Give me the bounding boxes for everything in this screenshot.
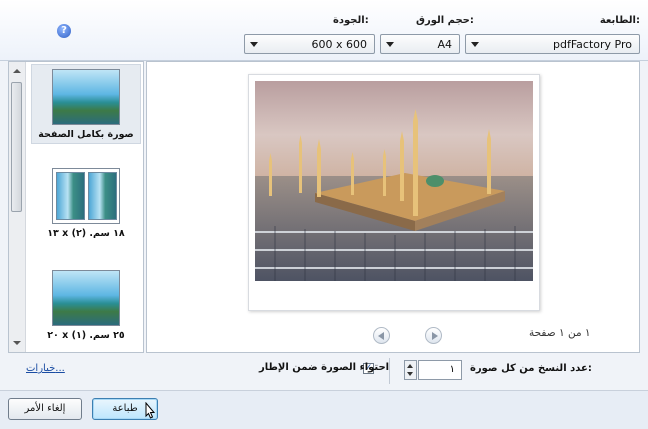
print-options-row: خيارات... ✓ احتواء الصورة ضمن الإطار ١ ع… xyxy=(0,354,648,390)
dialog-footer: إلغاء الأمر طباعة xyxy=(0,390,648,429)
printer-select-value: pdfFactory Pro xyxy=(553,38,632,51)
landscape-thumb-icon xyxy=(52,270,120,326)
quality-select[interactable]: 600 x 600 xyxy=(244,34,375,54)
print-settings-bar: ? الطابعة: pdfFactory Pro حجم الورق: A4 … xyxy=(0,0,648,61)
print-pictures-dialog: ? الطابعة: pdfFactory Pro حجم الورق: A4 … xyxy=(0,0,648,429)
help-icon[interactable]: ? xyxy=(57,24,71,38)
chevron-down-icon xyxy=(250,42,258,47)
copies-stepper[interactable] xyxy=(404,360,417,380)
print-preview-pane: ١ من ١ صفحة xyxy=(146,61,640,353)
preview-page xyxy=(248,74,540,311)
scroll-up-icon[interactable] xyxy=(13,69,21,73)
mosque-photo-drawing xyxy=(255,81,533,281)
copies-label: عدد النسخ من كل صورة: xyxy=(470,363,592,374)
scroll-down-icon[interactable] xyxy=(13,341,21,345)
paper-size-select-value: A4 xyxy=(437,38,452,51)
layout-item-caption: صورة بكامل الصفحة xyxy=(38,129,134,140)
printer-label: الطابعة: xyxy=(599,15,640,26)
mosque-photo xyxy=(255,81,533,281)
layout-item-full-page[interactable]: صورة بكامل الصفحة xyxy=(31,64,141,144)
two-up-thumb-icon xyxy=(52,168,120,224)
scrollbar-thumb[interactable] xyxy=(11,82,22,212)
cancel-button[interactable]: إلغاء الأمر xyxy=(8,398,82,420)
layout-item-13x18[interactable]: ١٣ x ١٨ سم. (٢) xyxy=(31,168,141,252)
layout-item-caption: ١٣ x ١٨ سم. (٢) xyxy=(47,228,125,239)
copies-input[interactable]: ١ xyxy=(418,360,462,380)
layout-item-20x25[interactable]: ٢٠ x ٢٥ سم. (١) xyxy=(31,270,141,352)
landscape-thumb-icon xyxy=(52,69,120,125)
chevron-down-icon xyxy=(386,42,394,47)
layout-item-caption: ٢٠ x ٢٥ سم. (١) xyxy=(47,330,125,341)
stepper-up-icon[interactable] xyxy=(407,364,413,368)
arrow-left-icon xyxy=(378,332,384,340)
stepper-down-icon[interactable] xyxy=(407,372,413,376)
layout-list-scrollbar[interactable] xyxy=(9,62,26,352)
layout-list[interactable]: صورة بكامل الصفحة ١٣ x ١٨ سم. (٢) ٢٠ x ٢… xyxy=(8,61,144,353)
arrow-right-icon xyxy=(432,332,438,340)
fit-picture-label: احتواء الصورة ضمن الإطار xyxy=(259,362,390,373)
paper-size-select[interactable]: A4 xyxy=(380,34,460,54)
help-icon-glyph: ? xyxy=(61,25,67,36)
paper-size-label: حجم الورق: xyxy=(416,15,474,26)
printer-select[interactable]: pdfFactory Pro xyxy=(465,34,640,54)
options-divider xyxy=(389,358,390,384)
mouse-cursor-icon xyxy=(145,402,156,419)
next-page-button[interactable] xyxy=(425,327,442,344)
quality-label: الجودة: xyxy=(333,15,369,26)
options-link[interactable]: خيارات... xyxy=(26,363,65,374)
quality-select-value: 600 x 600 xyxy=(311,38,368,51)
previous-page-button[interactable] xyxy=(373,327,390,344)
page-info: ١ من ١ صفحة xyxy=(529,327,591,339)
chevron-down-icon xyxy=(471,42,479,47)
